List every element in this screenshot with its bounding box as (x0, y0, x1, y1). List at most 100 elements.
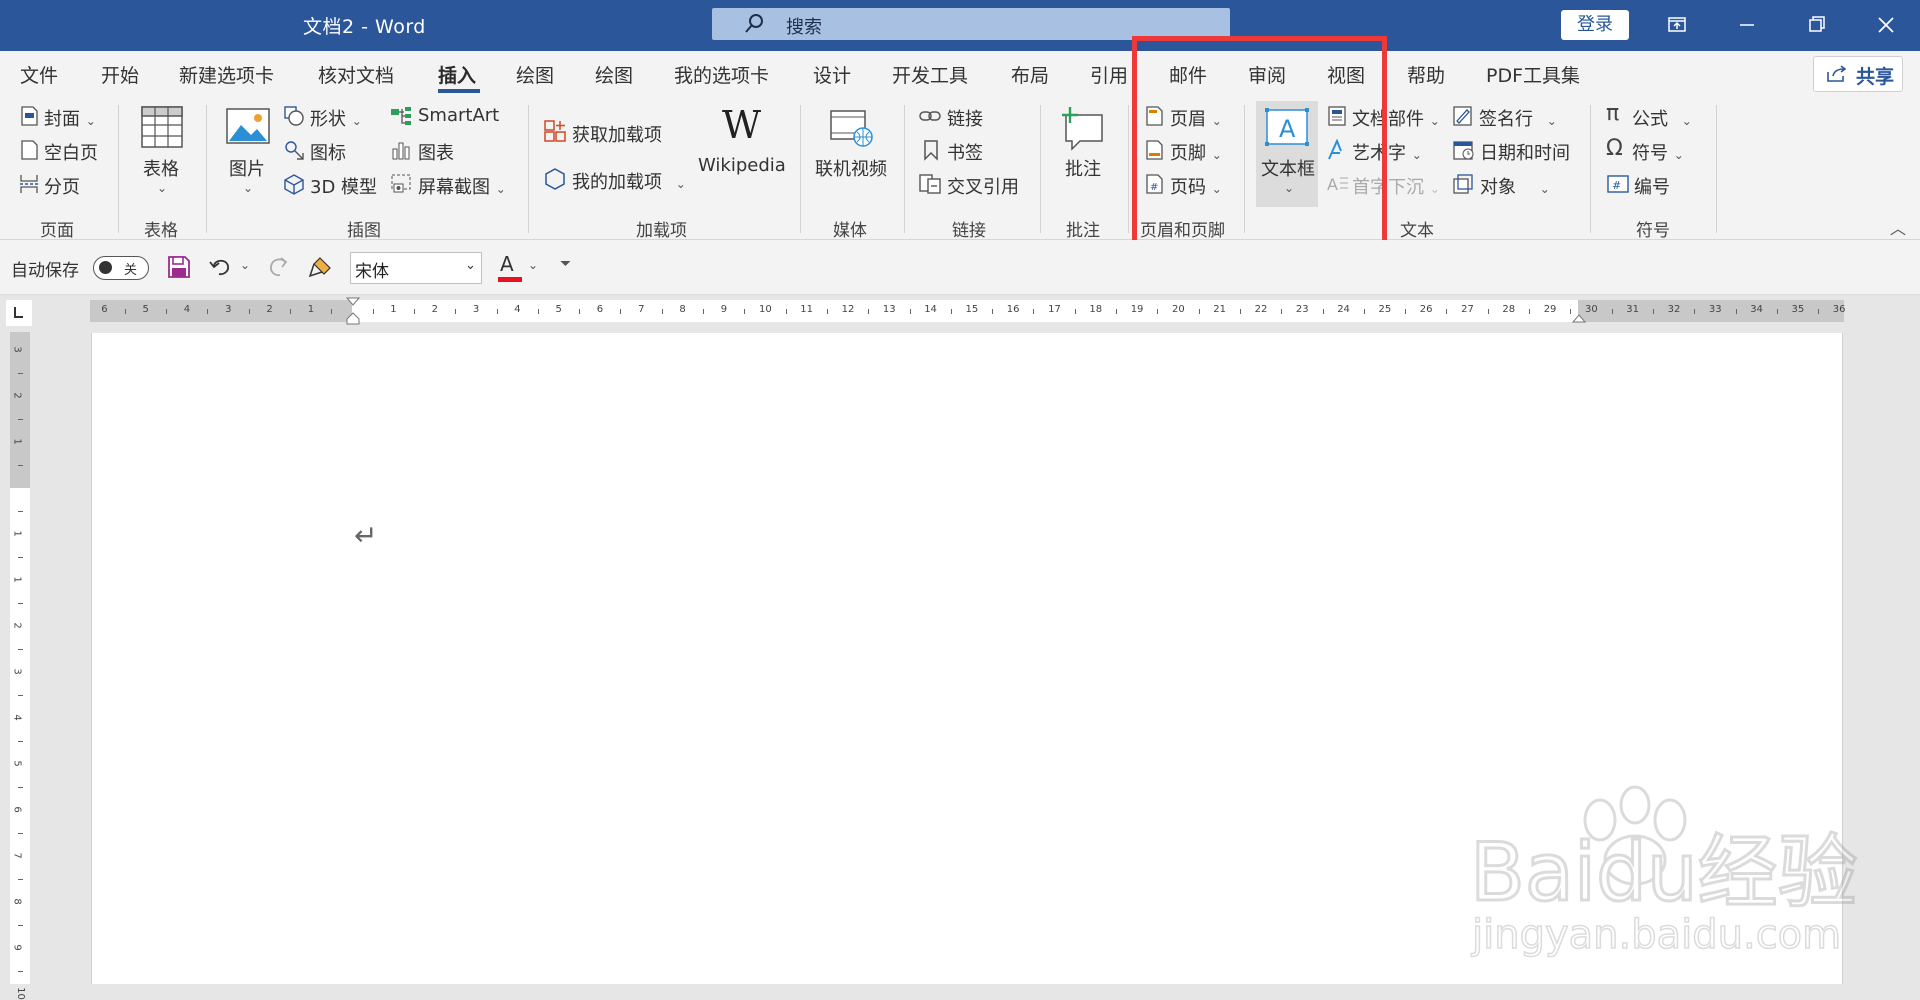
format-painter-icon[interactable] (308, 254, 334, 280)
tab-draw-2[interactable]: 绘图 (595, 61, 633, 88)
ribbon-display-options-icon[interactable] (1660, 10, 1694, 40)
ruler-tick (248, 309, 250, 314)
signature-line-label: 签名行 (1479, 109, 1533, 130)
get-addins-button[interactable]: 获取加载项 (572, 121, 662, 147)
tab-pdf-tools[interactable]: PDF工具集 (1486, 61, 1580, 88)
tab-home[interactable]: 开始 (101, 61, 139, 88)
group-divider (904, 105, 905, 233)
tab-developer[interactable]: 开发工具 (892, 61, 968, 88)
smartart-button[interactable]: SmartArt (418, 105, 499, 126)
watermark-brand: Baidu经验 (1470, 826, 1858, 919)
search-placeholder: 搜索 (786, 17, 822, 38)
ruler-tick (826, 309, 828, 314)
chart-button[interactable]: 图表 (418, 139, 454, 165)
numbering-button[interactable]: 编号 (1634, 173, 1670, 199)
3d-model-button[interactable]: 3D 模型 (310, 173, 377, 199)
tab-my-tab[interactable]: 我的选项卡 (674, 61, 769, 88)
ruler-number: 1 (11, 530, 23, 537)
group-label-text: 文本 (1400, 221, 1434, 241)
tab-selector[interactable] (6, 300, 32, 326)
tab-draw-1[interactable]: 绘图 (516, 61, 554, 88)
group-divider (206, 105, 207, 233)
ruler-number: 29 (1543, 304, 1557, 315)
ruler-tick (1611, 309, 1613, 314)
vertical-ruler[interactable]: 3 2 1 1 1 2 3 4 5 6 7 8 9 10 (10, 332, 30, 1000)
paragraph-mark: ↵ (354, 519, 378, 552)
tab-references[interactable]: 引用 (1090, 61, 1128, 88)
horizontal-ruler[interactable]: 6 5 4 3 2 1 1 2 3 4 5 6 7 8 9 10 11 12 13 14 15 16 17 18 19 20 21 2… (90, 297, 1846, 325)
tab-insert[interactable]: 插入 (438, 61, 476, 88)
screenshot-button[interactable]: 屏幕截图 ⌄ (418, 173, 506, 199)
my-addins-button[interactable]: 我的加载项 ⌄ (572, 168, 686, 194)
equation-button[interactable]: 公式 ⌄ (1632, 105, 1692, 131)
equation-icon: π (1606, 101, 1620, 126)
object-label: 对象 (1480, 177, 1516, 198)
symbol-label: 符号 (1632, 143, 1668, 164)
indent-marker-icon[interactable] (346, 297, 360, 327)
font-name-select[interactable]: 宋体 ⌄ (350, 252, 482, 284)
signature-line-button[interactable]: 签名行 ⌄ (1479, 105, 1557, 131)
chevron-down-icon: ⌄ (465, 258, 476, 273)
date-time-button[interactable]: 日期和时间 (1480, 139, 1570, 165)
ruler-tick (166, 309, 168, 314)
group-label-tables: 表格 (144, 221, 178, 241)
blank-page-button[interactable]: 空白页 (44, 139, 98, 165)
ruler-tick (207, 309, 209, 314)
cover-page-button[interactable]: 封面 ⌄ (44, 105, 96, 131)
tab-layout[interactable]: 布局 (1011, 61, 1049, 88)
tab-help[interactable]: 帮助 (1407, 61, 1445, 88)
ruler-tick (785, 309, 787, 314)
ruler-number: 2 (11, 622, 23, 629)
object-icon (1453, 174, 1473, 194)
object-button[interactable]: 对象 ⌄ (1480, 173, 1550, 199)
ruler-number: 3 (11, 668, 23, 675)
online-video-button[interactable]: 联机视频 (815, 155, 887, 181)
close-icon[interactable] (1869, 10, 1903, 40)
ruler-tick (124, 309, 126, 314)
link-icon (919, 111, 941, 121)
table-button[interactable]: 表格 (143, 155, 179, 181)
autosave-toggle[interactable]: 关 (93, 256, 149, 280)
share-button[interactable]: 共享 (1813, 56, 1903, 92)
restore-icon[interactable] (1799, 10, 1833, 40)
tab-file[interactable]: 文件 (20, 61, 58, 88)
ruler-tick (661, 309, 663, 314)
symbol-button[interactable]: 符号 ⌄ (1632, 139, 1684, 165)
group-divider (1716, 105, 1717, 233)
autosave-state: 关 (124, 263, 138, 278)
ruler-tick (455, 309, 457, 314)
ruler-number: 4 (183, 304, 191, 315)
right-indent-marker-icon[interactable] (1572, 314, 1586, 324)
icons-button[interactable]: 图标 (310, 139, 346, 165)
link-button[interactable]: 链接 (947, 105, 983, 131)
ruler-number: 12 (841, 304, 855, 315)
cross-reference-button[interactable]: 交叉引用 (947, 173, 1019, 199)
tab-proofread[interactable]: 核对文档 (318, 61, 394, 88)
tab-new-tab[interactable]: 新建选项卡 (179, 61, 274, 88)
wikipedia-button[interactable]: Wikipedia (698, 155, 786, 176)
my-addins-label: 我的加载项 (572, 172, 662, 193)
ruler-number: 5 (11, 760, 23, 767)
collapse-ribbon-icon[interactable]: ︿ (1890, 215, 1906, 239)
font-color-button[interactable]: A (496, 252, 524, 284)
bookmark-button[interactable]: 书签 (947, 139, 983, 165)
customize-toolbar-icon[interactable]: ⏷ (560, 256, 571, 272)
quick-access-toolbar: 自动保存 关 ⌄ 宋体 ⌄ A ⌄ ⏷ (0, 240, 1920, 295)
tab-design[interactable]: 设计 (813, 61, 851, 88)
page-break-button[interactable]: 分页 (44, 173, 80, 199)
login-button[interactable]: 登录 (1561, 10, 1629, 40)
undo-dropdown-chevron-icon[interactable]: ⌄ (240, 258, 250, 272)
comment-button[interactable]: 批注 (1065, 155, 1101, 181)
ruler-number: 3 (225, 304, 232, 315)
ruler-number: 32 (1667, 304, 1681, 315)
undo-icon[interactable] (208, 254, 234, 280)
ruler-tick (18, 557, 23, 558)
save-icon[interactable] (167, 255, 191, 279)
font-color-dropdown-chevron-icon[interactable]: ⌄ (528, 258, 538, 272)
picture-button[interactable]: 图片 (229, 155, 265, 181)
ruler-tick (18, 971, 23, 972)
minimize-icon[interactable] (1730, 10, 1764, 40)
shapes-button[interactable]: 形状 ⌄ (310, 105, 362, 131)
redo-icon[interactable] (265, 254, 291, 280)
ruler-number: 25 (1378, 304, 1392, 315)
